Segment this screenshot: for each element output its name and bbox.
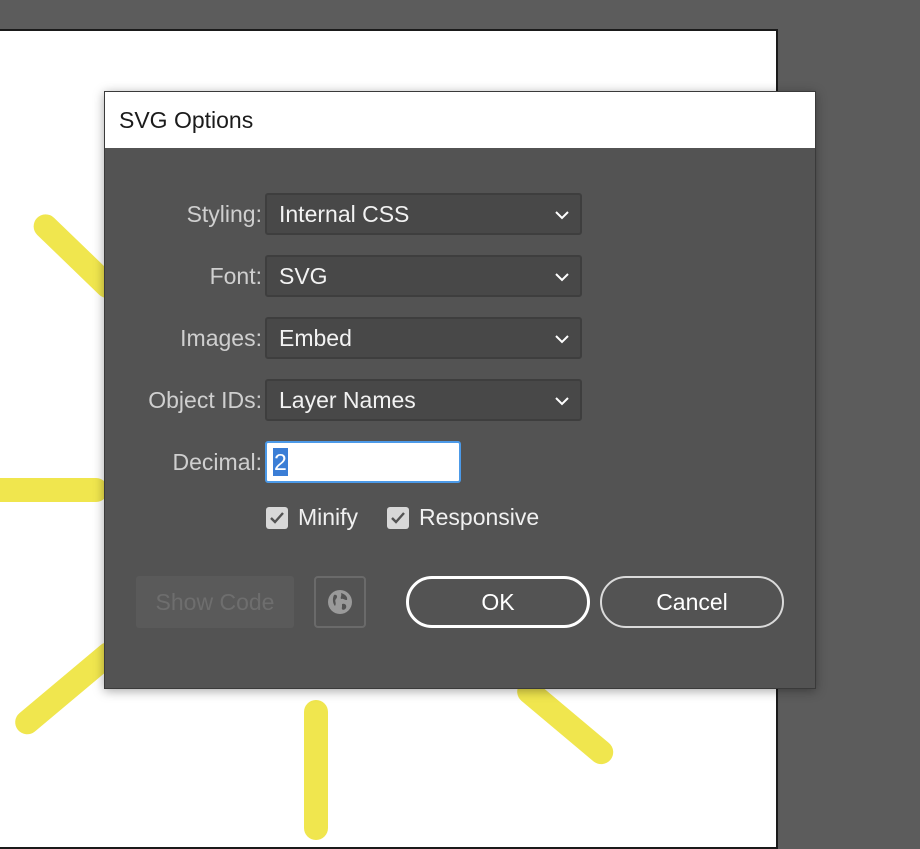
styling-value: Internal CSS [279,200,410,227]
responsive-label: Responsive [419,504,540,530]
styling-row: Styling: Internal CSS [105,193,817,235]
object-ids-label: Object IDs: [148,387,262,413]
dialog-title: SVG Options [119,106,254,133]
checkmark-icon [270,511,284,524]
sun-ray [0,478,108,502]
ok-button[interactable]: OK [406,576,590,628]
styling-select[interactable]: Internal CSS [265,193,582,235]
responsive-option[interactable]: Responsive [387,504,539,531]
checkmark-icon [391,511,405,524]
svg-options-dialog: SVG Options Styling: Internal CSS Font: … [104,91,816,689]
dialog-titlebar[interactable]: SVG Options [105,92,815,148]
font-row: Font: SVG [105,255,817,297]
styling-label: Styling: [186,201,262,227]
decimal-value: 2 [273,448,288,476]
chevron-down-icon [555,335,569,344]
globe-icon [328,590,352,614]
object-ids-select[interactable]: Layer Names [265,379,582,421]
chevron-down-icon [555,211,569,220]
minify-checkbox[interactable] [266,506,288,529]
font-value: SVG [279,262,328,289]
decimal-label: Decimal: [172,449,262,475]
minify-label: Minify [298,504,359,530]
decimal-input[interactable]: 2 [265,441,461,483]
font-select[interactable]: SVG [265,255,582,297]
responsive-checkbox[interactable] [387,506,409,529]
sun-ray [304,700,328,840]
minify-option[interactable]: Minify [266,504,358,531]
decimal-row: Decimal: 2 [105,441,817,483]
web-preview-button[interactable] [314,576,366,628]
images-value: Embed [279,324,352,351]
object-ids-value: Layer Names [279,386,416,413]
images-select[interactable]: Embed [265,317,582,359]
cancel-button[interactable]: Cancel [600,576,784,628]
chevron-down-icon [555,273,569,282]
show-code-button[interactable]: Show Code [136,576,294,628]
images-label: Images: [180,325,262,351]
chevron-down-icon [555,397,569,406]
images-row: Images: Embed [105,317,817,359]
font-label: Font: [209,263,262,289]
object-ids-row: Object IDs: Layer Names [105,379,817,421]
